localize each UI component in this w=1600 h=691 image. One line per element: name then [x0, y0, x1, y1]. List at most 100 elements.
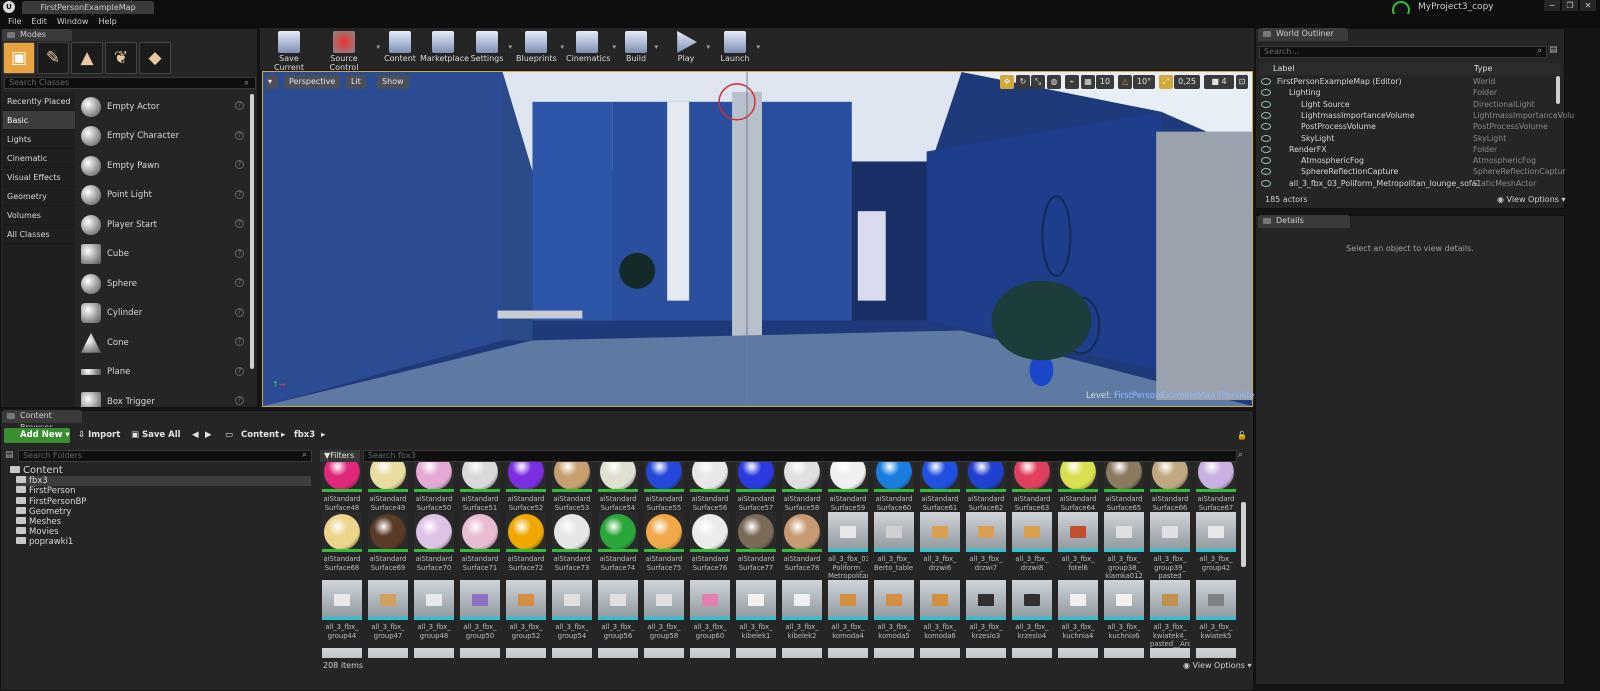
- surface-snap-icon[interactable]: ⌁: [1065, 75, 1079, 89]
- visibility-eye-icon[interactable]: [1261, 89, 1271, 97]
- perspective-button[interactable]: Perspective: [284, 75, 341, 89]
- visibility-eye-icon[interactable]: [1261, 145, 1271, 153]
- chevron-down-icon[interactable]: ▾: [508, 43, 512, 51]
- asset-tile[interactable]: all_3_fbx_ krzeslo3: [966, 580, 1006, 649]
- asset-tile[interactable]: [874, 648, 914, 658]
- visibility-eye-icon[interactable]: [1261, 157, 1271, 165]
- chevron-down-icon[interactable]: ▾: [706, 43, 710, 51]
- asset-tile[interactable]: all_3_fbx_ group44: [322, 580, 362, 649]
- marketplace-button[interactable]: Marketplace: [420, 29, 469, 69]
- tab-level-map[interactable]: FirstPersonExampleMap: [22, 1, 154, 14]
- asset-tile[interactable]: aiStandard Surface75: [644, 512, 684, 581]
- outliner-row[interactable]: AtmosphericFog AtmosphericFog: [1259, 155, 1553, 166]
- outliner-view-options[interactable]: ◉ View Options ▾: [1497, 195, 1566, 204]
- visibility-eye-icon[interactable]: [1261, 168, 1271, 176]
- outliner-search-input[interactable]: Search...: [1259, 46, 1547, 58]
- add-new-button[interactable]: Add New ▾: [4, 428, 70, 443]
- landscape-mode-icon[interactable]: ▲: [71, 42, 103, 74]
- category-geometry[interactable]: Geometry: [3, 187, 75, 206]
- visibility-eye-icon[interactable]: [1261, 100, 1271, 108]
- asset-tile[interactable]: all_3_fbx_ Berto_table1: [874, 512, 914, 581]
- column-type[interactable]: Type: [1474, 64, 1492, 73]
- asset-tile[interactable]: all_3_fbx_ drzwi7: [966, 512, 1006, 581]
- asset-tile[interactable]: [920, 648, 960, 658]
- class-item[interactable]: Empty Actor?: [78, 92, 250, 122]
- outliner-row[interactable]: LightmassImportanceVolume LightmassImport…: [1259, 110, 1574, 121]
- asset-tile[interactable]: all_3_fbx_ group42: [1196, 512, 1236, 581]
- visibility-eye-icon[interactable]: [1261, 111, 1271, 119]
- asset-tile[interactable]: all_3_fbx_ komoda4: [828, 580, 868, 649]
- content-button[interactable]: Content: [382, 29, 418, 69]
- visibility-eye-icon[interactable]: [1261, 179, 1271, 187]
- visibility-eye-icon[interactable]: [1261, 78, 1271, 85]
- asset-tile[interactable]: all_3_fbx_03_ Poliform_ Metropolitan: [828, 512, 868, 581]
- asset-tile[interactable]: [1012, 648, 1052, 658]
- search-folders-input[interactable]: Search Folders: [18, 450, 312, 462]
- asset-tile[interactable]: [1196, 648, 1236, 658]
- help-icon[interactable]: ?: [235, 130, 244, 140]
- column-label[interactable]: Label: [1273, 64, 1295, 73]
- asset-tile[interactable]: all_3_fbx_ group58: [644, 580, 684, 649]
- class-item[interactable]: Point Light?: [78, 181, 250, 211]
- tab-content-browser[interactable]: Content Browser: [2, 410, 82, 432]
- asset-tile[interactable]: all_3_fbx_ fotel6: [1058, 512, 1098, 581]
- menu-window[interactable]: Window: [57, 17, 89, 26]
- cinematics-button[interactable]: Cinematics ▾: [566, 29, 616, 69]
- asset-tile[interactable]: all_3_fbx_ komoda5: [874, 580, 914, 649]
- asset-tile[interactable]: [690, 648, 730, 658]
- folder-item[interactable]: poprawki1: [16, 537, 73, 547]
- asset-tile[interactable]: [414, 648, 454, 658]
- folder-item[interactable]: FirstPerson: [16, 486, 75, 496]
- asset-tile[interactable]: all_3_fbx_ group52: [506, 580, 546, 649]
- place-mode-icon[interactable]: ▣: [3, 42, 35, 74]
- asset-tile[interactable]: [1104, 648, 1144, 658]
- asset-search-input[interactable]: Search fbx3: [363, 450, 1237, 462]
- paint-mode-icon[interactable]: ✎: [37, 42, 69, 74]
- asset-tile[interactable]: aiStandard Surface77: [736, 512, 776, 581]
- content-view-options[interactable]: ◉ View Options ▾: [1183, 661, 1252, 670]
- outliner-row[interactable]: SkyLight SkyLight: [1259, 133, 1553, 144]
- category-visual-effects[interactable]: Visual Effects: [3, 168, 75, 187]
- angle-snap-value[interactable]: 10°: [1133, 75, 1155, 89]
- asset-tile[interactable]: all_3_fbx_ krzeslo4: [1012, 580, 1052, 649]
- rotate-icon[interactable]: ↻: [1016, 75, 1030, 89]
- class-item[interactable]: Cylinder?: [78, 299, 250, 329]
- chevron-down-icon[interactable]: ▾: [560, 43, 564, 51]
- grid-snap-icon[interactable]: ▦: [1081, 75, 1095, 89]
- asset-tile[interactable]: [736, 648, 776, 658]
- asset-tile[interactable]: [1150, 648, 1190, 658]
- asset-tile[interactable]: aiStandard Surface74: [598, 512, 638, 581]
- maximize-button[interactable]: ❐: [1562, 0, 1578, 11]
- tab-modes[interactable]: Modes: [2, 29, 72, 41]
- menu-edit[interactable]: Edit: [31, 17, 47, 26]
- class-item[interactable]: Cube?: [78, 240, 250, 270]
- outliner-row[interactable]: Light Source DirectionalLight: [1259, 99, 1553, 110]
- breadcrumb-fbx3[interactable]: fbx3: [294, 428, 315, 443]
- class-item[interactable]: Empty Pawn?: [78, 151, 250, 181]
- asset-tile[interactable]: aiStandard Surface71: [460, 512, 500, 581]
- asset-tile[interactable]: all_3_fbx_ group54: [552, 580, 592, 649]
- outliner-row[interactable]: PostProcessVolume PostProcessVolume: [1259, 121, 1553, 132]
- asset-tile[interactable]: all_3_fbx_ kuchnia6: [1104, 580, 1144, 649]
- asset-tile[interactable]: [828, 648, 868, 658]
- filters-button[interactable]: ▼Filters: [320, 450, 360, 462]
- import-button[interactable]: ⇩ Import: [78, 428, 120, 443]
- folder-item[interactable]: Meshes: [16, 517, 61, 527]
- asset-tile[interactable]: all_3_fbx_ drzwi6: [920, 512, 960, 581]
- grid-snap-value[interactable]: 10: [1096, 75, 1114, 89]
- category-all-classes[interactable]: All Classes: [3, 225, 75, 244]
- translate-icon[interactable]: ✥: [1000, 75, 1014, 89]
- menu-help[interactable]: Help: [98, 17, 116, 26]
- asset-tile[interactable]: all_3_fbx_ group50: [460, 580, 500, 649]
- outliner-row[interactable]: Lighting Folder: [1259, 87, 1553, 98]
- asset-tile[interactable]: aiStandard Surface78: [782, 512, 822, 581]
- help-icon[interactable]: ?: [235, 101, 244, 110]
- asset-tile[interactable]: [506, 648, 546, 658]
- play-button[interactable]: Play ▾: [670, 29, 710, 69]
- forward-button[interactable]: ▶: [205, 428, 212, 443]
- help-icon[interactable]: ?: [235, 160, 244, 169]
- asset-tile[interactable]: all_3_fbx_ kibelek1: [736, 580, 776, 649]
- asset-tile[interactable]: [644, 648, 684, 658]
- asset-tile[interactable]: all_3_fbx_ group39_ pasted: [1150, 512, 1190, 581]
- class-item[interactable]: Empty Character?: [78, 122, 250, 152]
